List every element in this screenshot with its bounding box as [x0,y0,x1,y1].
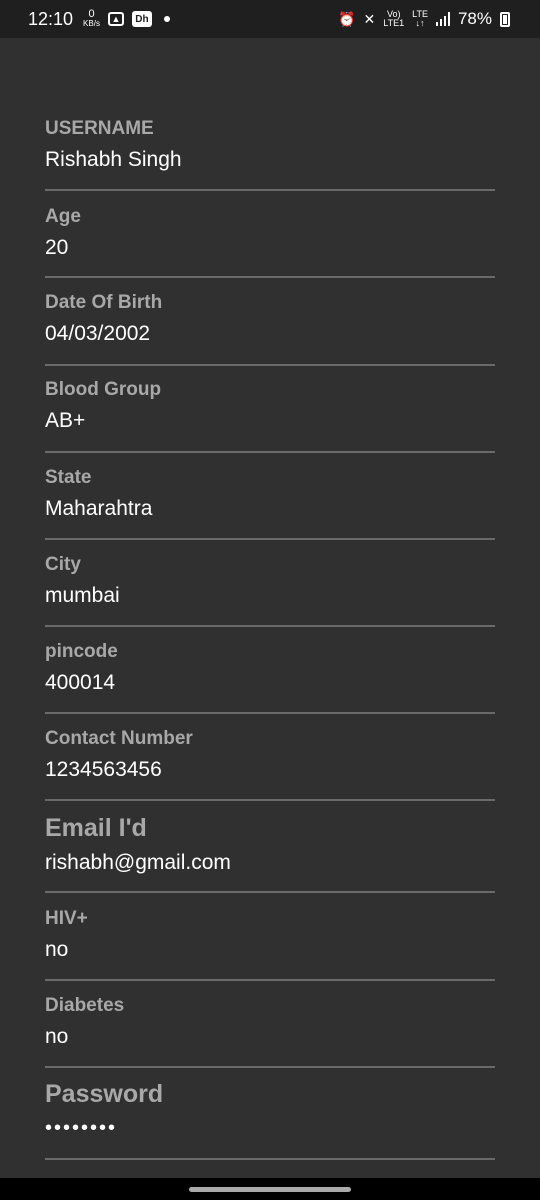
field-label: USERNAME [45,118,154,139]
divider [45,625,495,627]
field-blood-group: Blood Group AB+ [45,379,495,433]
field-label: pincode [45,641,118,662]
divider [45,538,495,540]
divider [45,891,495,893]
divider [45,799,495,801]
status-bar-left: 12:10 0 KB/s ▲ Dh [28,9,170,30]
status-bar: 12:10 0 KB/s ▲ Dh ⏰ ✕ Vo) LTE1 LTE ↓↑ 78… [0,0,540,38]
home-gesture-handle[interactable] [189,1187,351,1192]
divider [45,189,495,191]
field-value: Rishabh Singh [45,148,182,171]
signal-strength-icon [435,12,450,26]
field-city: City mumbai [45,554,495,608]
lte-indicator: LTE ↓↑ [412,10,428,28]
field-label: State [45,467,92,488]
divider [45,364,495,366]
field-email: Email I'd rishabh@gmail.com [45,814,495,875]
field-label: Email I'd [45,814,147,842]
lte1-label: LTE1 [383,18,405,28]
field-age: Age 20 [45,206,495,260]
divider [45,1066,495,1068]
field-label: Age [45,206,81,227]
field-value: 1234563456 [45,758,162,781]
field-hiv: HIV+ no [45,908,495,962]
field-value: rishabh@gmail.com [45,851,231,874]
data-arrows-icon: ↓↑ [415,18,425,28]
field-state: State Maharahtra [45,467,495,521]
field-value: 04/03/2002 [45,322,151,345]
field-label: Password [45,1080,164,1108]
volte-indicator: Vo) LTE1 [383,10,404,28]
network-speed-indicator: 0 KB/s [83,8,100,29]
field-diabetes: Diabetes no [45,995,495,1049]
field-value: 20 [45,236,69,259]
divider [45,712,495,714]
field-value: Maharahtra [45,497,153,520]
field-pincode: pincode 400014 [45,641,495,695]
field-value: no [45,1025,69,1048]
field-label: City [45,554,81,575]
dh-app-icon: Dh [131,11,152,27]
divider [45,1158,495,1160]
field-value: 400014 [45,671,116,694]
field-value: •••••••• [45,1117,118,1139]
network-speed-value: 0 [88,8,95,20]
field-value: mumbai [45,584,120,607]
divider [45,451,495,453]
gallery-icon: ▲ [107,12,124,26]
field-label: Contact Number [45,728,193,749]
field-label: HIV+ [45,908,88,929]
divider [45,276,495,278]
alarm-icon: ⏰ [338,10,356,27]
battery-percent: 78% [457,9,492,28]
field-date-of-birth: Date Of Birth 04/03/2002 [45,292,495,346]
status-time: 12:10 [28,8,74,29]
field-value: no [45,938,69,961]
field-label: Diabetes [45,995,125,1016]
navigation-bar [0,1178,540,1200]
field-label: Blood Group [45,379,162,400]
battery-icon [500,11,510,27]
field-contact-number: Contact Number 1234563456 [45,728,495,782]
field-username: USERNAME Rishabh Singh [45,118,495,172]
more-notifications-dot-icon [163,16,170,22]
mute-icon: ✕ [363,10,376,27]
field-password: Password •••••••• [45,1080,495,1140]
field-label: Date Of Birth [45,292,163,313]
network-speed-unit: KB/s [83,19,100,28]
divider [45,979,495,981]
field-value: AB+ [45,409,86,432]
status-bar-right: ⏰ ✕ Vo) LTE1 LTE ↓↑ 78% [338,9,510,29]
